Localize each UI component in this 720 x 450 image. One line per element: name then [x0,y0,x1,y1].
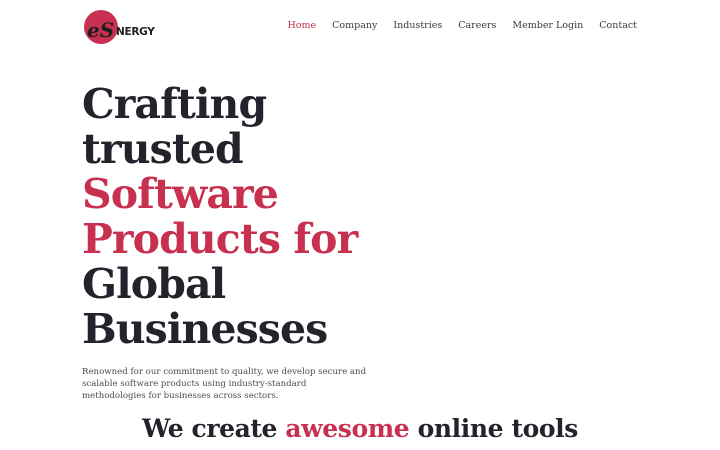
intro-paragraph: Renowned for our commitment to quality, … [82,367,367,401]
main-nav: Home Company Industries Careers Member L… [288,20,637,31]
tools-heading-after: online tools [409,414,579,443]
tools-heading-accent: awesome [285,414,410,443]
hero-line-businesses: Businesses [82,305,328,353]
hero-line-crafting: Crafting [82,80,267,128]
nav-item-careers[interactable]: Careers [458,20,496,31]
hero-line-products-for: Products for [82,215,358,263]
tools-heading: We create awesome online tools [0,412,720,446]
nav-item-company[interactable]: Company [332,20,377,31]
logo-letters: eS [87,18,114,42]
logo-word: NERGY [116,26,155,38]
nav-item-member-login[interactable]: Member Login [512,20,583,31]
site-header: eS NERGY Home Company Industries Careers… [0,0,720,52]
hero-line-software: Software [82,170,279,218]
hero-line-trusted: trusted [82,125,244,173]
hero-section: Crafting trusted Software Products for G… [82,82,482,352]
brand-logo[interactable]: eS NERGY [84,8,160,46]
nav-item-contact[interactable]: Contact [599,20,637,31]
nav-item-industries[interactable]: Industries [393,20,442,31]
logo-mark-icon: eS NERGY [84,10,156,44]
hero-line-global: Global [82,260,226,308]
nav-item-home[interactable]: Home [288,20,317,31]
hero-heading: Crafting trusted Software Products for G… [82,82,482,352]
tools-heading-before: We create [142,414,286,443]
